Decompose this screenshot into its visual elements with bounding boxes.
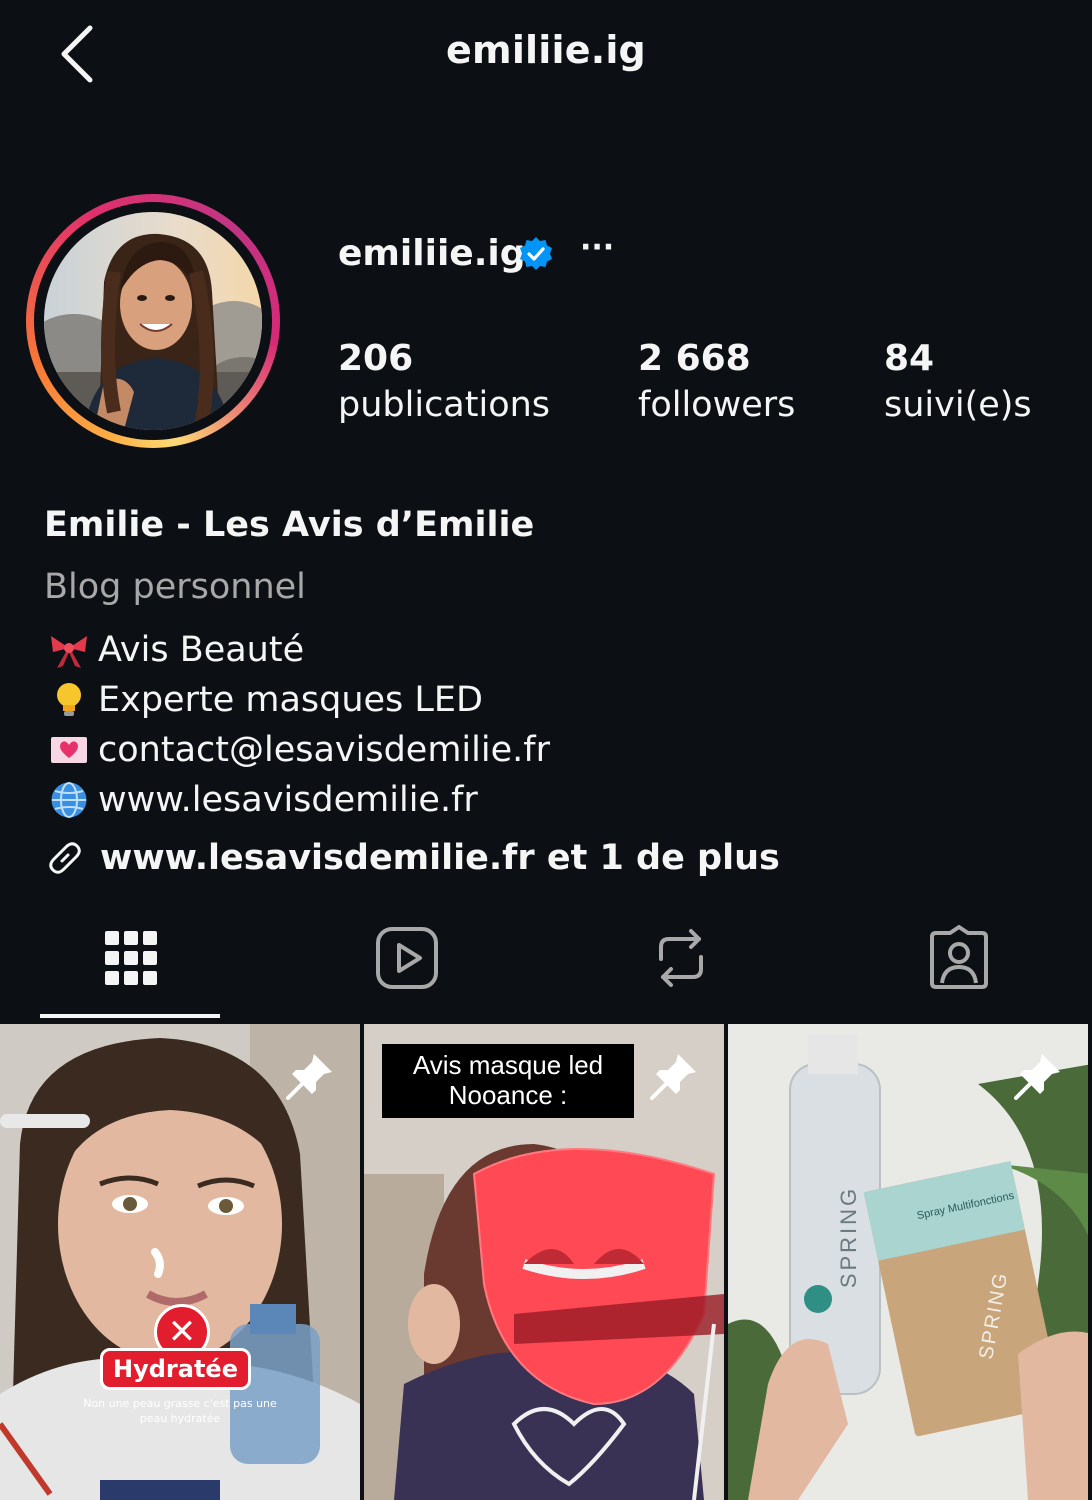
repost-icon (659, 929, 703, 987)
sticker-label: Hydratée (100, 1348, 251, 1390)
stat-label: followers (638, 385, 796, 425)
profile-category: Blog personnel (44, 567, 306, 607)
tab-posts[interactable] (86, 918, 176, 998)
pin-icon (1014, 1054, 1060, 1100)
header-title: emiliie.ig (446, 28, 646, 72)
bio-text: contact@lesavisdemilie.fr (98, 730, 550, 770)
pin-icon (650, 1054, 696, 1100)
more-options-button[interactable]: ··· (580, 230, 620, 270)
pin-icon (286, 1054, 332, 1100)
active-tab-indicator (40, 1014, 220, 1018)
stat-followers[interactable]: 2 668 followers (638, 338, 795, 425)
ribbon-icon (46, 630, 92, 670)
verified-badge-icon (518, 236, 554, 272)
stat-following[interactable]: 84 suivi(e)s (884, 338, 1032, 425)
bio-line: Experte masques LED (46, 680, 483, 720)
tab-reposts[interactable] (636, 918, 726, 998)
tab-reels[interactable] (362, 918, 452, 998)
caption-line: Nooance : (448, 1080, 568, 1110)
profile-full-name: Emilie - Les Avis d’Emilie (44, 505, 535, 545)
bottle-brand-text: SPRING (836, 1185, 862, 1289)
globe-icon (46, 780, 92, 820)
sticker-subtext: Non une peau grasse c'est pas une peau h… (83, 1397, 277, 1425)
bio-text: Avis Beauté (98, 630, 305, 670)
love-letter-icon (46, 730, 92, 770)
lightbulb-icon (46, 680, 92, 720)
grid-post[interactable]: SPRING Spray Multifonctions SPRING (728, 1024, 1088, 1500)
profile-username: emiliie.ig (338, 233, 526, 274)
bio-link[interactable]: www.lesavisdemilie.fr et 1 de plus (44, 838, 780, 878)
bio-text: Experte masques LED (98, 680, 483, 720)
stat-value: 206 (338, 338, 414, 379)
grid-post[interactable]: ✕ Hydratée Non une peau grasse c'est pas… (0, 1024, 360, 1500)
bio-text: www.lesavisdemilie.fr (98, 780, 478, 820)
bio-line: www.lesavisdemilie.fr (46, 780, 478, 820)
grid-post[interactable]: Avis masque led Nooance : (364, 1024, 724, 1500)
tagged-user-icon (930, 925, 988, 989)
tab-tagged[interactable] (914, 918, 1004, 998)
stat-value: 84 (884, 338, 935, 379)
reels-icon (376, 927, 438, 989)
stat-label: publications (338, 385, 551, 425)
stat-publications[interactable]: 206 publications (338, 338, 550, 425)
link-icon (44, 838, 90, 878)
avatar-image (44, 212, 262, 430)
avatar[interactable] (44, 212, 262, 430)
bio-line: Avis Beauté (46, 630, 304, 670)
bio-link-text: www.lesavisdemilie.fr et 1 de plus (100, 838, 780, 878)
stat-label: suivi(e)s (884, 385, 1032, 425)
post-caption-overlay: Avis masque led Nooance : (382, 1044, 634, 1118)
grid-icon (105, 931, 157, 985)
caption-line: Avis masque led (412, 1050, 604, 1080)
stat-value: 2 668 (638, 338, 751, 379)
bio-line: contact@lesavisdemilie.fr (46, 730, 550, 770)
